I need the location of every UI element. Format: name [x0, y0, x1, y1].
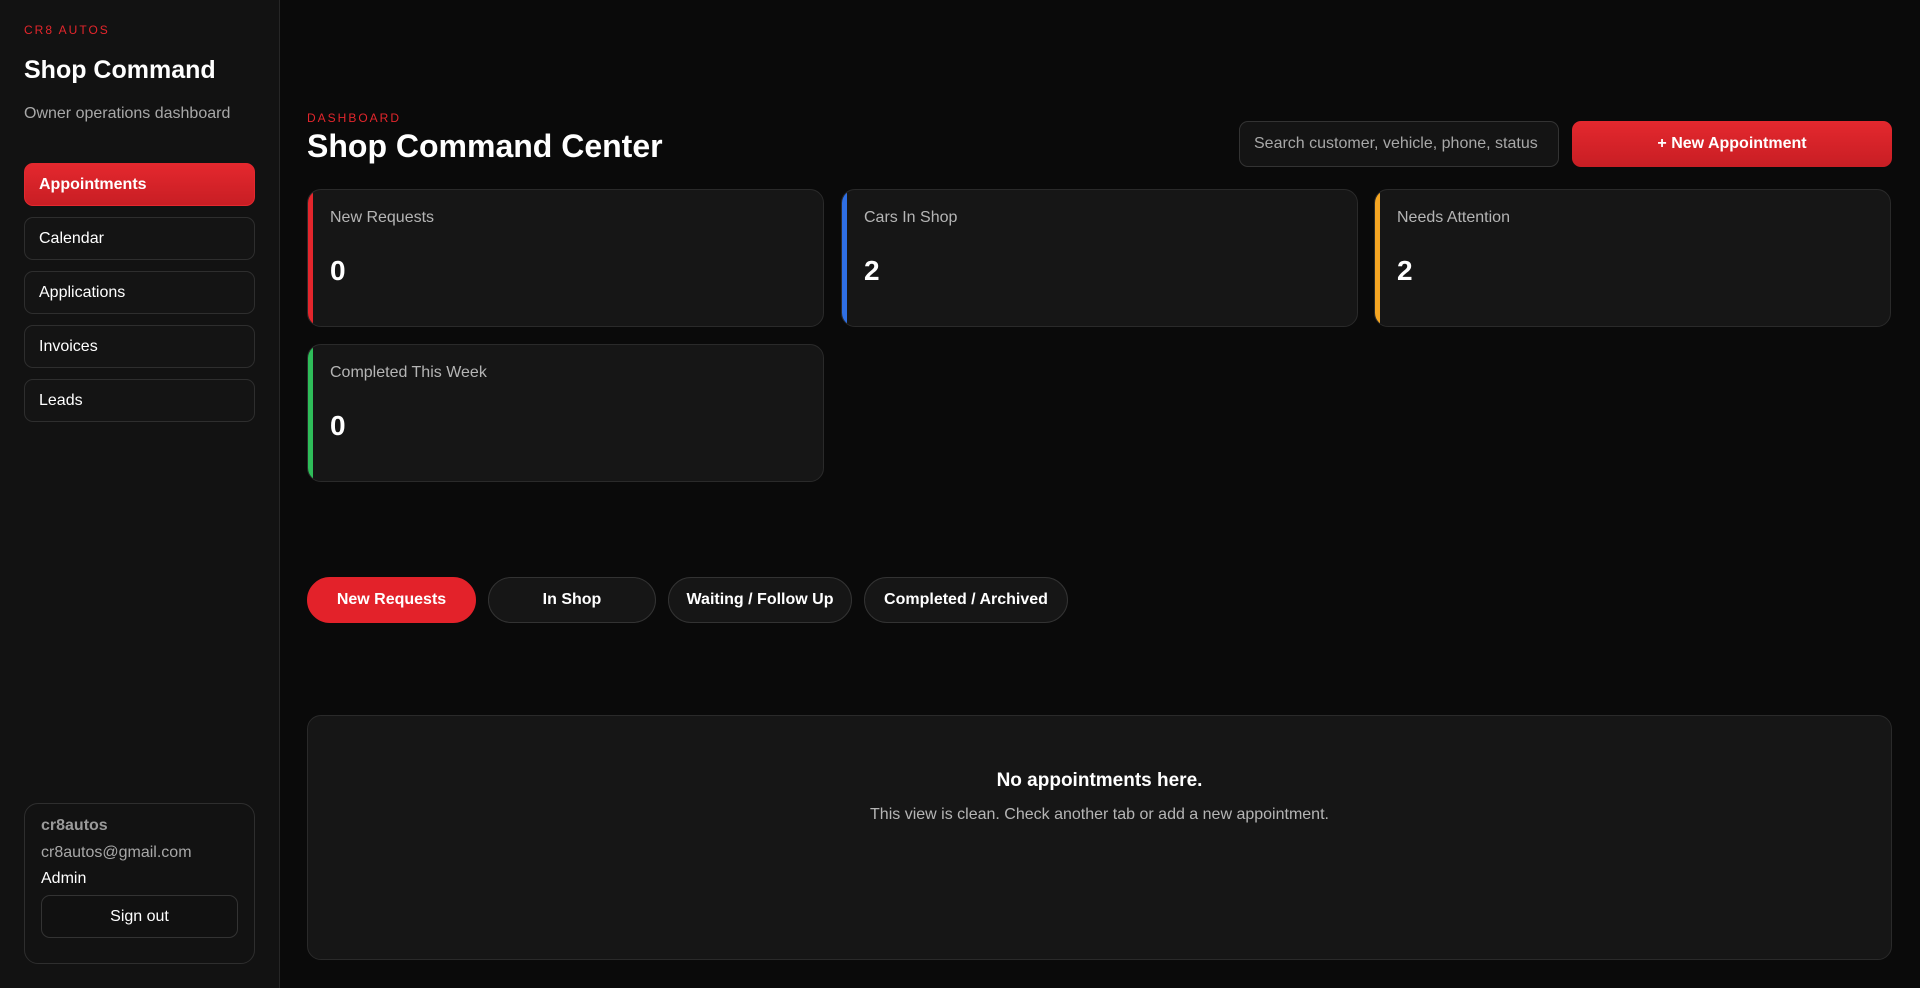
- main-content: DASHBOARD Shop Command Center + New Appo…: [280, 0, 1920, 988]
- sidebar-item-applications[interactable]: Applications: [24, 271, 255, 314]
- sidebar-item-invoices[interactable]: Invoices: [24, 325, 255, 368]
- search-input[interactable]: [1239, 121, 1559, 167]
- sidebar-item-leads[interactable]: Leads: [24, 379, 255, 422]
- stat-value: 2: [864, 255, 880, 286]
- sidebar-item-label: Calendar: [39, 229, 104, 247]
- new-appointment-button[interactable]: + New Appointment: [1572, 121, 1892, 167]
- tab-waiting-follow-up[interactable]: Waiting / Follow Up: [668, 577, 852, 623]
- tab-completed-archived[interactable]: Completed / Archived: [864, 577, 1068, 623]
- stat-card-needs-attention: Needs Attention 2: [1374, 189, 1891, 327]
- user-role: Admin: [41, 870, 87, 887]
- brand-tag: CR8 AUTOS: [24, 23, 110, 37]
- user-name: cr8autos: [41, 817, 108, 834]
- page-eyebrow: DASHBOARD: [307, 111, 402, 125]
- sidebar-item-appointments[interactable]: Appointments: [24, 163, 255, 206]
- empty-state-message: This view is clean. Check another tab or…: [870, 806, 1329, 823]
- page-title: Shop Command Center: [307, 128, 663, 164]
- brand-subtitle: Owner operations dashboard: [24, 105, 231, 122]
- user-email: cr8autos@gmail.com: [41, 844, 192, 861]
- stat-label: Completed This Week: [330, 364, 487, 381]
- sidebar-item-label: Leads: [39, 391, 83, 409]
- sidebar-item-label: Applications: [39, 283, 126, 301]
- sidebar-nav: Appointments Calendar Applications Invoi…: [24, 163, 255, 422]
- sidebar: CR8 AUTOS Shop Command Owner operations …: [0, 0, 280, 988]
- stat-value: 0: [330, 255, 346, 286]
- tab-new-requests[interactable]: New Requests: [307, 577, 476, 623]
- stat-label: Needs Attention: [1397, 209, 1510, 226]
- brand-title: Shop Command: [24, 56, 216, 84]
- stat-label: New Requests: [330, 209, 435, 226]
- stat-card-cars-in-shop: Cars In Shop 2: [841, 189, 1358, 327]
- empty-state-title: No appointments here.: [996, 770, 1203, 791]
- sign-out-button[interactable]: Sign out: [41, 895, 238, 938]
- sidebar-item-label: Invoices: [39, 337, 98, 355]
- stat-value: 0: [330, 410, 346, 441]
- app-shell: CR8 AUTOS Shop Command Owner operations …: [0, 0, 1920, 988]
- stat-label: Cars In Shop: [864, 209, 958, 226]
- sidebar-item-label: Appointments: [39, 175, 147, 193]
- tab-in-shop[interactable]: In Shop: [488, 577, 656, 623]
- stat-card-completed-this-week: Completed This Week 0: [307, 344, 824, 482]
- appointment-tabs: New Requests In Shop Waiting / Follow Up…: [307, 577, 1068, 623]
- empty-state-panel: No appointments here. This view is clean…: [307, 715, 1892, 960]
- sidebar-item-calendar[interactable]: Calendar: [24, 217, 255, 260]
- user-card: cr8autos cr8autos@gmail.com Admin Sign o…: [24, 803, 255, 964]
- stat-card-new-requests: New Requests 0: [307, 189, 824, 327]
- stat-value: 2: [1397, 255, 1413, 286]
